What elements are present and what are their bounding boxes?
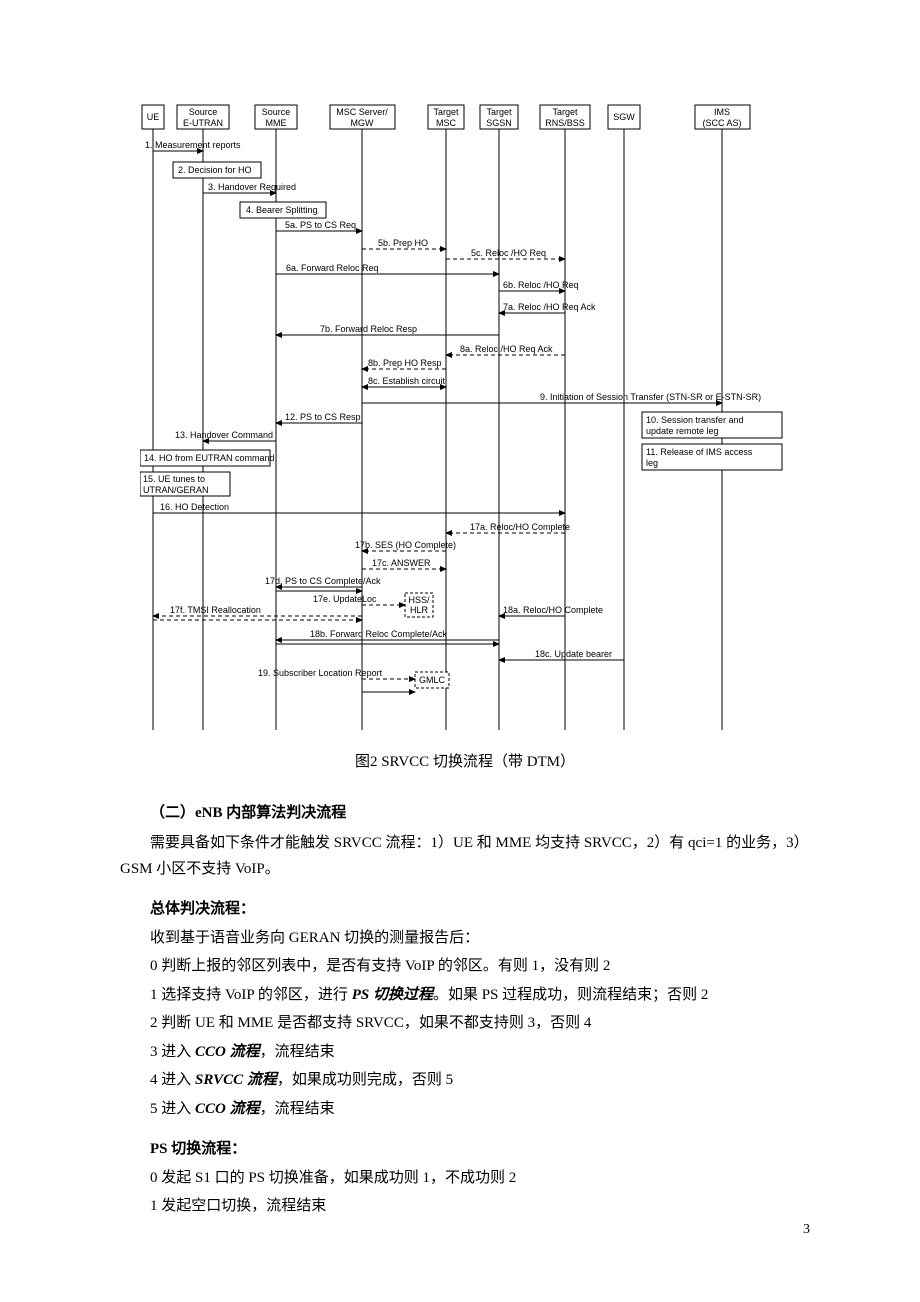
actor-ue: UE	[142, 105, 164, 730]
svg-text:GMLC: GMLC	[419, 675, 446, 685]
figure-caption: 图2 SRVCC 切换流程（带 DTM）	[120, 750, 810, 776]
svg-text:SGSN: SGSN	[486, 118, 512, 128]
step4-pre: 4 进入	[150, 1072, 195, 1088]
svg-text:8c. Establish circuit: 8c. Establish circuit	[368, 376, 446, 386]
overall-intro: 收到基于语音业务向 GERAN 切换的测量报告后：	[150, 926, 810, 952]
svg-text:UE: UE	[147, 112, 160, 122]
overall-step-1: 1 选择支持 VoIP 的邻区，进行 PS 切换过程。如果 PS 过程成功，则流…	[150, 983, 810, 1009]
srvcc-flow-diagram: UE Source E-UTRAN Source MME M	[140, 100, 790, 740]
svg-text:6a. Forward Reloc Req: 6a. Forward Reloc Req	[286, 263, 379, 273]
svg-text:13. Handover Command: 13. Handover Command	[175, 430, 273, 440]
actor-sgw: SGW	[608, 105, 640, 730]
svg-text:18c. Update bearer: 18c. Update bearer	[535, 649, 612, 659]
ps-switch-title: PS 切换流程：	[150, 1137, 810, 1163]
svg-text:17a. Reloc/HO Complete: 17a. Reloc/HO Complete	[470, 522, 570, 532]
ps-step-0: 0 发起 S1 口的 PS 切换准备，如果成功则 1，不成功则 2	[150, 1166, 810, 1192]
svg-text:7a. Reloc /HO Req Ack: 7a. Reloc /HO Req Ack	[503, 302, 596, 312]
svg-text:MGW: MGW	[351, 118, 374, 128]
svg-text:3. Handover Required: 3. Handover Required	[208, 182, 296, 192]
svg-text:Target: Target	[433, 107, 459, 117]
svg-text:17e. UpdateLoc: 17e. UpdateLoc	[313, 594, 377, 604]
step4-em: SRVCC 流程	[195, 1072, 277, 1088]
svg-text:MSC Server/: MSC Server/	[336, 107, 388, 117]
svg-text:6b. Reloc /HO Req: 6b. Reloc /HO Req	[503, 280, 579, 290]
step3-em: CCO 流程	[195, 1044, 260, 1060]
ps-step-1: 1 发起空口切换，流程结束	[150, 1194, 810, 1220]
svg-text:Source: Source	[189, 107, 218, 117]
svg-text:16. HO Detection: 16. HO Detection	[160, 502, 229, 512]
svg-text:MSC: MSC	[436, 118, 457, 128]
step5-em: CCO 流程	[195, 1101, 260, 1117]
svg-text:14. HO from EUTRAN command: 14. HO from EUTRAN command	[144, 453, 275, 463]
svg-text:Source: Source	[262, 107, 291, 117]
svg-text:17d. PS to CS Complete/Ack: 17d. PS to CS Complete/Ack	[265, 576, 381, 586]
overall-step-0: 0 判断上报的邻区列表中，是否有支持 VoIP 的邻区。有则 1，没有则 2	[150, 954, 810, 980]
svg-text:HLR: HLR	[410, 605, 429, 615]
svg-text:SGW: SGW	[613, 112, 635, 122]
actor-tgt-rns: Target RNS/BSS	[540, 105, 590, 730]
overall-decision-title: 总体判决流程：	[150, 897, 810, 923]
actor-src-eutran: Source E-UTRAN	[177, 105, 229, 730]
svg-text:8a. Reloc /HO Req Ack: 8a. Reloc /HO Req Ack	[460, 344, 553, 354]
svg-text:12. PS to CS Resp: 12. PS to CS Resp	[285, 412, 361, 422]
overall-step-4: 4 进入 SRVCC 流程，如果成功则完成，否则 5	[150, 1068, 810, 1094]
svg-text:E-UTRAN: E-UTRAN	[183, 118, 223, 128]
svg-text:5c. Reloc /HO Req: 5c. Reloc /HO Req	[471, 248, 546, 258]
section-2-para: 需要具备如下条件才能触发 SRVCC 流程：1）UE 和 MME 均支持 SRV…	[120, 831, 810, 882]
svg-text:IMS: IMS	[714, 107, 730, 117]
actor-tgt-sgsn: Target SGSN	[480, 105, 518, 730]
svg-text:2. Decision for HO: 2. Decision for HO	[178, 165, 252, 175]
svg-text:9. Initiation of Session Trans: 9. Initiation of Session Transfer (STN-S…	[540, 392, 761, 402]
svg-text:update remote leg: update remote leg	[646, 426, 719, 436]
page-number: 3	[803, 1218, 810, 1242]
step5-post: ，流程结束	[260, 1101, 335, 1117]
svg-text:RNS/BSS: RNS/BSS	[545, 118, 585, 128]
step1-pre: 1 选择支持 VoIP 的邻区，进行	[150, 987, 352, 1003]
svg-text:UTRAN/GERAN: UTRAN/GERAN	[143, 485, 209, 495]
step3-post: ，流程结束	[260, 1044, 335, 1060]
svg-text:leg: leg	[646, 458, 658, 468]
svg-text:Target: Target	[552, 107, 578, 117]
svg-text:11. Release of IMS access: 11. Release of IMS access	[646, 447, 753, 457]
svg-text:10. Session transfer and: 10. Session transfer and	[646, 415, 744, 425]
step1-em: PS 切换过程	[352, 987, 433, 1003]
step1-post: 。如果 PS 过程成功，则流程结束；否则 2	[433, 987, 708, 1003]
svg-text:18b. Forward Reloc Complete/Ac: 18b. Forward Reloc Complete/Ack	[310, 629, 448, 639]
overall-step-2: 2 判断 UE 和 MME 是否都支持 SRVCC，如果不都支持则 3，否则 4	[150, 1011, 810, 1037]
section-2-title: （二）eNB 内部算法判决流程	[150, 801, 810, 827]
svg-text:18a. Reloc/HO Complete: 18a. Reloc/HO Complete	[503, 605, 603, 615]
svg-text:17f. TMSI Reallocation: 17f. TMSI Reallocation	[170, 605, 261, 615]
svg-text:(SCC AS): (SCC AS)	[702, 118, 741, 128]
overall-step-3: 3 进入 CCO 流程，流程结束	[150, 1040, 810, 1066]
step4-post: ，如果成功则完成，否则 5	[277, 1072, 453, 1088]
svg-text:Target: Target	[486, 107, 512, 117]
svg-text:8b. Prep HO Resp: 8b. Prep HO Resp	[368, 358, 442, 368]
svg-text:19. Subscriber Location Report: 19. Subscriber Location Report	[258, 668, 383, 678]
svg-text:5a. PS to CS Req: 5a. PS to CS Req	[285, 220, 356, 230]
svg-text:MME: MME	[266, 118, 287, 128]
svg-text:7b. Forward Reloc Resp: 7b. Forward Reloc Resp	[320, 324, 417, 334]
svg-text:4. Bearer Splitting: 4. Bearer Splitting	[246, 205, 318, 215]
svg-text:1. Measurement reports: 1. Measurement reports	[145, 140, 241, 150]
step5-pre: 5 进入	[150, 1101, 195, 1117]
step3-pre: 3 进入	[150, 1044, 195, 1060]
svg-text:17b. SES (HO Complete): 17b. SES (HO Complete)	[355, 540, 456, 550]
overall-step-5: 5 进入 CCO 流程，流程结束	[150, 1097, 810, 1123]
svg-text:5b. Prep HO: 5b. Prep HO	[378, 238, 428, 248]
svg-text:15. UE tunes to: 15. UE tunes to	[143, 474, 205, 484]
svg-text:HSS/: HSS/	[408, 595, 430, 605]
svg-text:17c. ANSWER: 17c. ANSWER	[372, 558, 431, 568]
